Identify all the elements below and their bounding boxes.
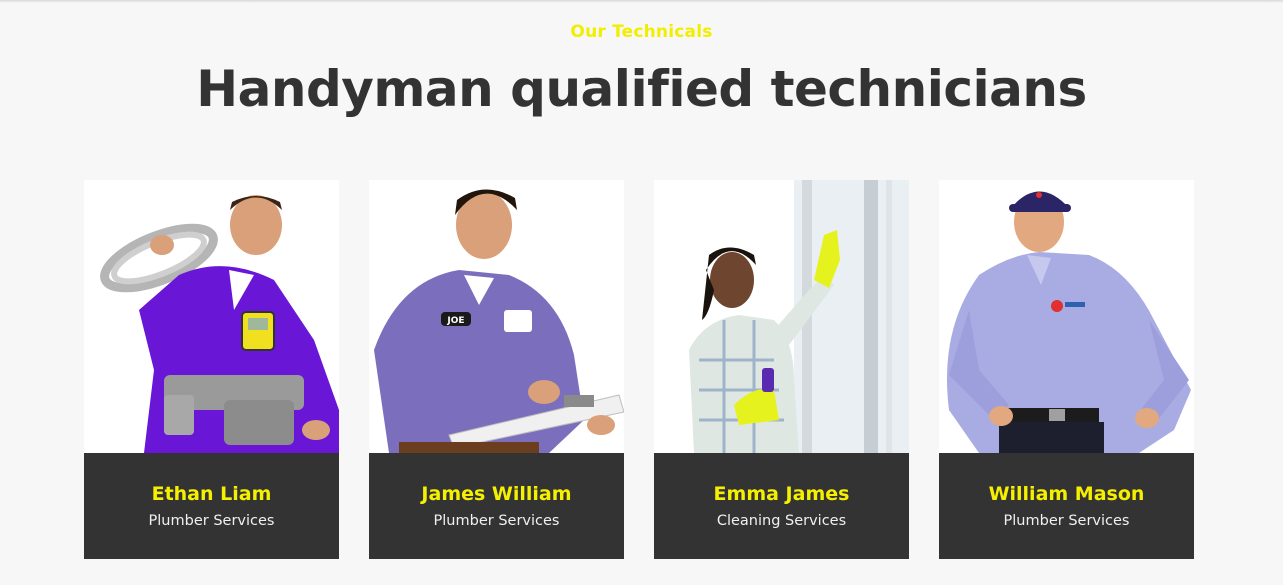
technician-name[interactable]: Emma James	[654, 483, 909, 505]
technician-name[interactable]: Ethan Liam	[84, 483, 339, 505]
technician-card-william-mason[interactable]: William Mason Plumber Services	[939, 180, 1194, 559]
section-title: Handyman qualified technicians	[196, 60, 1087, 118]
technician-photo	[84, 180, 339, 453]
name-patch-text: JOE	[446, 316, 464, 326]
technician-photo	[939, 180, 1194, 453]
top-divider	[0, 0, 1283, 3]
technician-card-james-william[interactable]: JOE James William Plumber Services	[369, 180, 624, 559]
technician-photo: JOE	[369, 180, 624, 453]
technician-name[interactable]: James William	[369, 483, 624, 505]
technician-role: Plumber Services	[148, 513, 275, 529]
technician-role: Cleaning Services	[716, 513, 847, 529]
technician-name[interactable]: William Mason	[939, 483, 1194, 505]
technician-caption: William Mason Plumber Services	[939, 453, 1194, 559]
technician-photo	[654, 180, 909, 453]
technician-caption: Emma James Cleaning Services	[654, 453, 909, 559]
technician-role: Plumber Services	[1003, 513, 1130, 529]
technician-role: Plumber Services	[433, 513, 560, 529]
technician-caption: James William Plumber Services	[369, 453, 624, 559]
technician-card-ethan-liam[interactable]: Ethan Liam Plumber Services	[84, 180, 339, 559]
section-eyebrow: Our Technicals	[570, 22, 713, 42]
technician-caption: Ethan Liam Plumber Services	[84, 453, 339, 559]
technician-card-emma-james[interactable]: Emma James Cleaning Services	[654, 180, 909, 559]
